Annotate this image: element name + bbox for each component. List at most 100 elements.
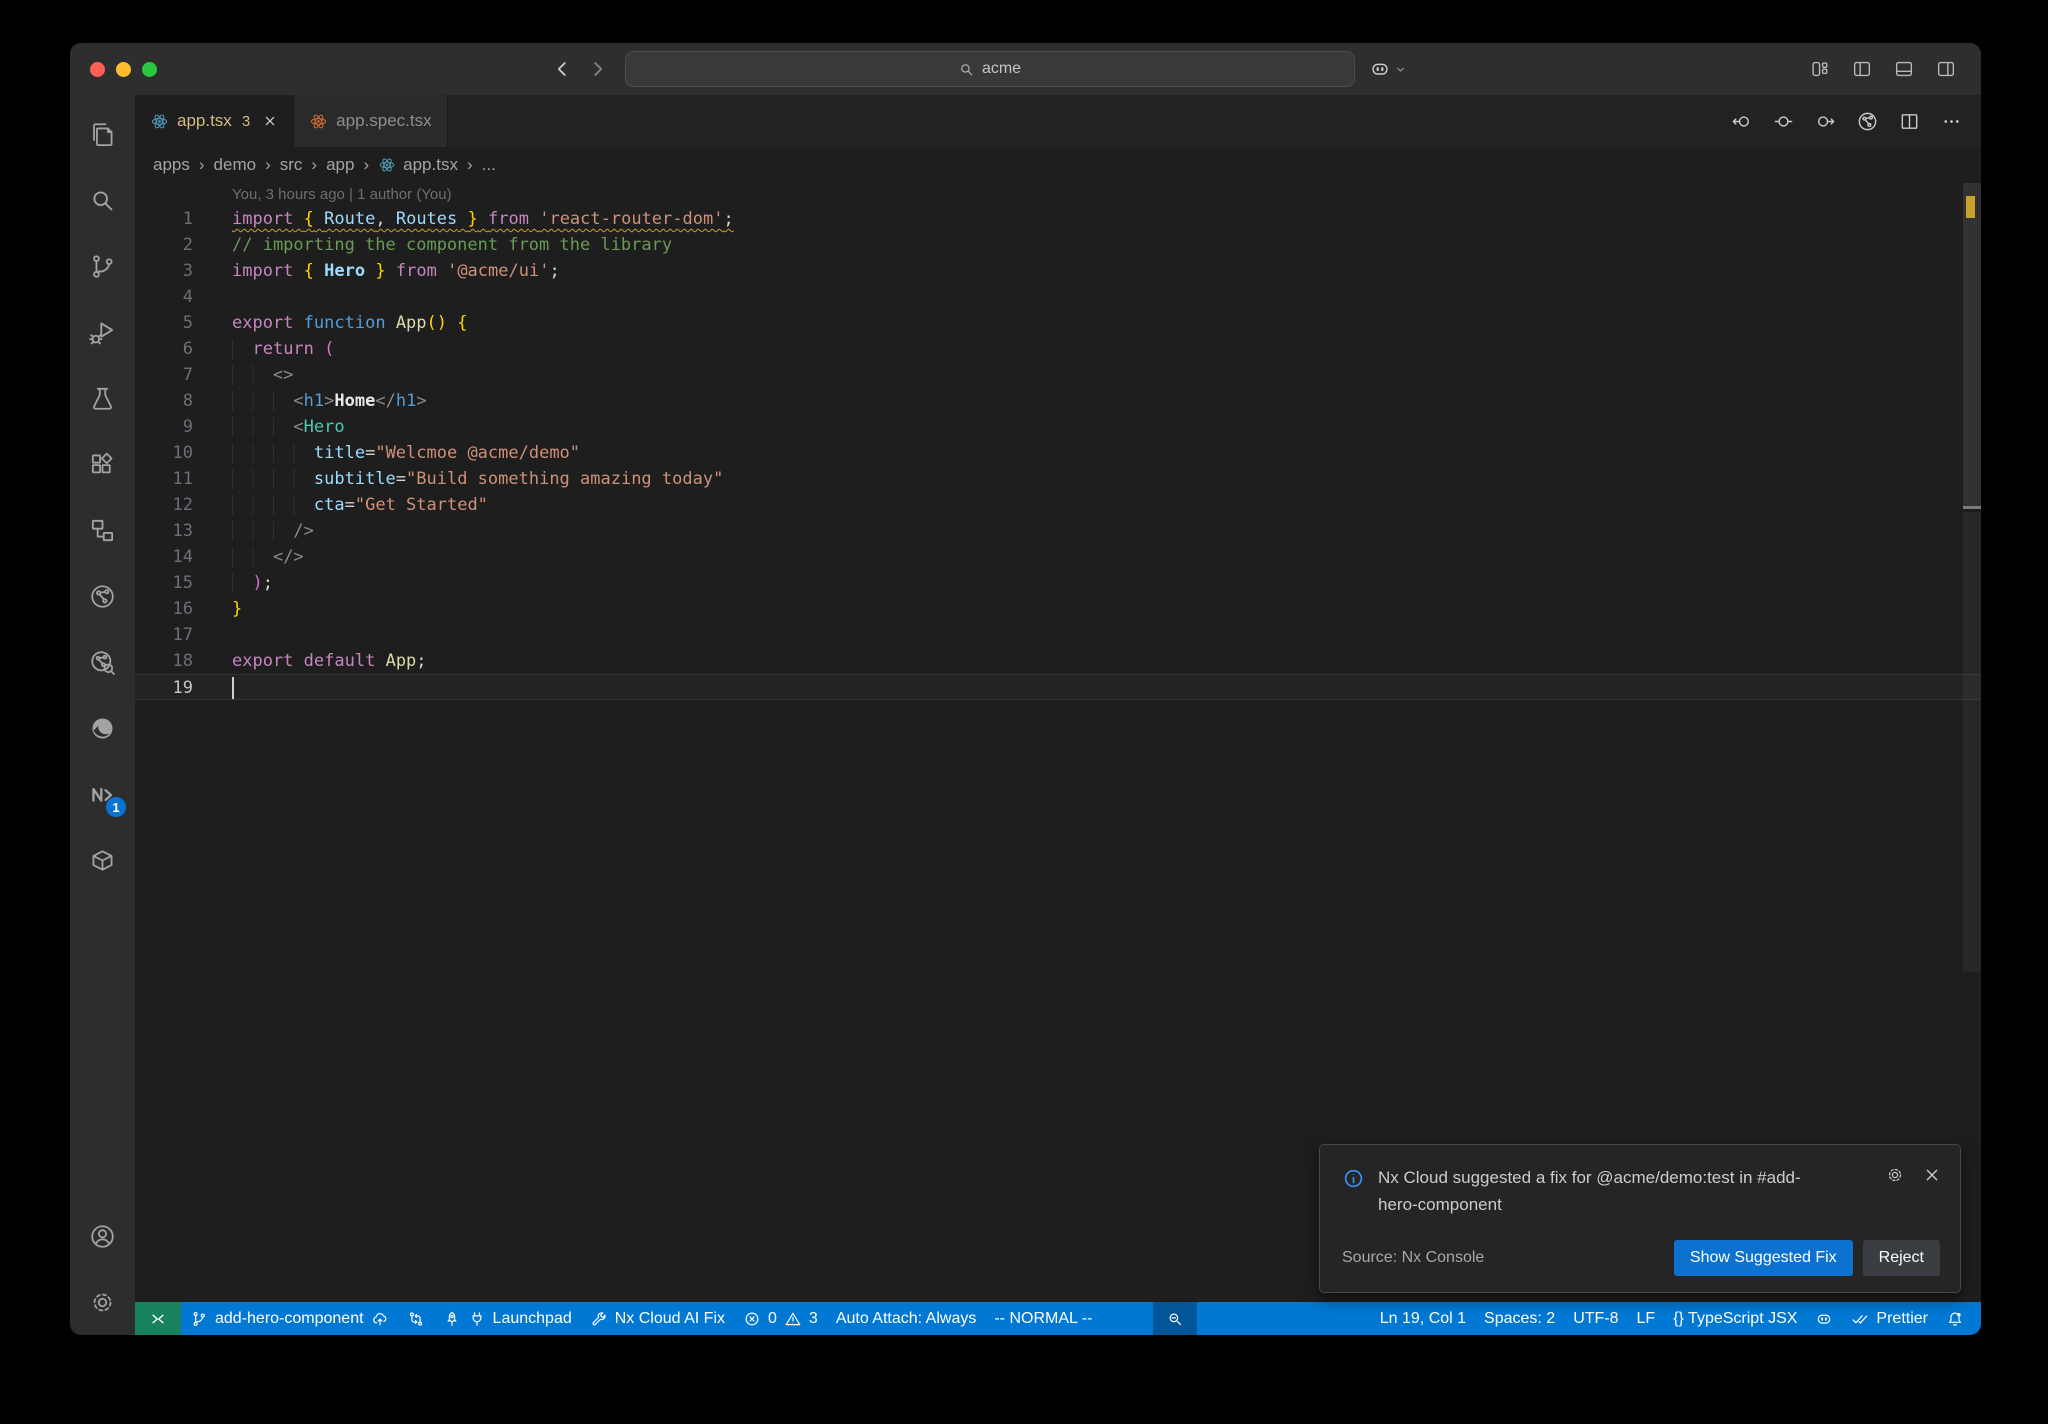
activity-containers[interactable] — [70, 827, 135, 893]
activity-project-graph-focus[interactable] — [70, 629, 135, 695]
line-number: 11 — [172, 469, 193, 489]
scrollbar-track[interactable] — [1963, 512, 1981, 972]
token: > — [324, 391, 335, 411]
status-language-mode[interactable]: {} TypeScript JSX — [1664, 1302, 1806, 1335]
status-remote-indicator[interactable] — [135, 1302, 181, 1335]
split-icon — [1898, 110, 1921, 133]
status-encoding[interactable]: UTF-8 — [1564, 1302, 1627, 1335]
activity-testing[interactable] — [70, 365, 135, 431]
token: export — [232, 313, 294, 333]
status-copilot-status[interactable] — [1806, 1302, 1842, 1335]
status-problems[interactable]: 03 — [734, 1302, 827, 1335]
token: < — [293, 391, 304, 411]
token: // importing the component from the libr… — [232, 235, 673, 255]
search-value: acme — [981, 60, 1022, 77]
activity-settings[interactable] — [70, 1269, 135, 1335]
status-nx-cloud-ai-fix[interactable]: Nx Cloud AI Fix — [581, 1302, 734, 1335]
activity-nx-console[interactable]: 1 — [70, 761, 135, 827]
token — [232, 573, 253, 593]
scrollbar-thumb[interactable] — [1963, 183, 1981, 509]
code-line-content: } — [232, 599, 242, 619]
status-git-branch[interactable]: add-hero-component — [181, 1302, 398, 1335]
nav-position-button[interactable] — [1772, 110, 1795, 133]
notification-settings-gear[interactable] — [1885, 1165, 1905, 1185]
copilot-menu[interactable] — [1369, 58, 1408, 80]
window-control-maximize[interactable] — [142, 61, 157, 77]
status-indentation[interactable]: Spaces: 2 — [1475, 1302, 1564, 1335]
activity-search[interactable] — [70, 167, 135, 233]
tab-app-tsx[interactable]: app.tsx 3 — [135, 95, 295, 147]
status-auto-attach[interactable]: Auto Attach: Always — [827, 1302, 986, 1335]
token: '@acme/ui' — [447, 261, 550, 281]
token: from — [395, 261, 437, 281]
activity-explorer[interactable] — [70, 101, 135, 167]
token — [232, 521, 294, 541]
info-icon — [1342, 1167, 1365, 1190]
breadcrumb-item[interactable]: src — [280, 155, 303, 175]
breadcrumb-item[interactable]: demo — [214, 155, 257, 175]
breadcrumb-file[interactable]: app.tsx — [378, 155, 458, 175]
status-zoom-indicator[interactable] — [1153, 1302, 1198, 1335]
notification-source: Source: Nx Console — [1342, 1249, 1485, 1266]
notification-close[interactable] — [1922, 1165, 1942, 1185]
status-formatter-prettier[interactable]: Prettier — [1842, 1302, 1937, 1335]
show-suggested-fix-button[interactable]: Show Suggested Fix — [1673, 1240, 1853, 1276]
react-icon — [378, 156, 396, 174]
command-center-search[interactable]: acme — [624, 51, 1355, 87]
toggle-primary-sidebar-button[interactable] — [1851, 58, 1873, 80]
toggle-panel-button[interactable] — [1893, 58, 1915, 80]
token — [232, 547, 273, 567]
window-control-minimize[interactable] — [116, 61, 131, 77]
token — [232, 443, 314, 463]
source-control-icon — [88, 252, 117, 281]
overview-ruler — [1963, 183, 1981, 1302]
status-vim-mode[interactable]: -- NORMAL -- — [985, 1302, 1101, 1335]
code-line-content: return ( — [232, 339, 334, 359]
status-git-compare[interactable] — [398, 1302, 434, 1335]
token: title — [313, 443, 366, 463]
status-launchpad[interactable]: Launchpad — [434, 1302, 581, 1335]
git-blame-annotation: You, 3 hours ago | 1 author (You) — [232, 186, 452, 203]
breadcrumb-item[interactable]: app — [326, 155, 354, 175]
status-bar-right: Ln 19, Col 1 Spaces: 2 UTF-8 LF {} TypeScrip… — [1371, 1302, 1981, 1335]
activity-accounts[interactable] — [70, 1203, 135, 1269]
activity-extensions[interactable] — [70, 431, 135, 497]
token: { — [457, 313, 468, 333]
run-project-graph-button[interactable] — [1856, 110, 1879, 133]
more-actions-button[interactable] — [1940, 110, 1963, 133]
token: ; — [549, 261, 560, 281]
split-editor-button[interactable] — [1898, 110, 1921, 133]
history-forward-button[interactable] — [587, 58, 609, 80]
activity-run-and-debug[interactable] — [70, 299, 135, 365]
activity-references[interactable] — [70, 497, 135, 563]
code-line: 4 — [135, 284, 1981, 310]
status-text: Launchpad — [492, 1309, 572, 1327]
nav-forward-in-file-button[interactable] — [1814, 110, 1837, 133]
code-line-content: import { Hero } from '@acme/ui'; — [232, 261, 560, 281]
status-notifications-bell[interactable] — [1937, 1302, 1973, 1335]
toggle-secondary-sidebar-button[interactable] — [1935, 58, 1957, 80]
tab-app-spec-tsx[interactable]: app.spec.tsx — [294, 95, 448, 147]
activity-edge-browser[interactable] — [70, 695, 135, 761]
status-cursor-position[interactable]: Ln 19, Col 1 — [1371, 1302, 1475, 1335]
tab-bar: app.tsx 3 app.spec.tsx — [135, 95, 1981, 147]
history-back-button[interactable] — [551, 58, 573, 80]
nav-back-in-file-button[interactable] — [1730, 110, 1753, 133]
activity-source-control[interactable] — [70, 233, 135, 299]
code-line: 13 /> — [135, 518, 1981, 544]
activity-project-graph[interactable] — [70, 563, 135, 629]
breadcrumb-item[interactable]: apps — [153, 155, 190, 175]
tab-close-icon[interactable] — [262, 113, 278, 129]
window-control-close[interactable] — [90, 61, 105, 77]
title-bar[interactable]: acme — [70, 43, 1981, 95]
breadcrumb-separator: › — [265, 155, 271, 174]
git-compare-icon — [407, 1310, 425, 1328]
status-eol[interactable]: LF — [1628, 1302, 1665, 1335]
code-line-content: // importing the component from the libr… — [232, 235, 672, 255]
reject-button[interactable]: Reject — [1862, 1240, 1940, 1276]
code-editor[interactable]: You, 3 hours ago | 1 author (You) 1 impor… — [135, 183, 1981, 1302]
customize-layout-button[interactable] — [1809, 58, 1831, 80]
breadcrumb-overflow[interactable]: ... — [482, 155, 496, 175]
line-number: 10 — [172, 443, 193, 463]
